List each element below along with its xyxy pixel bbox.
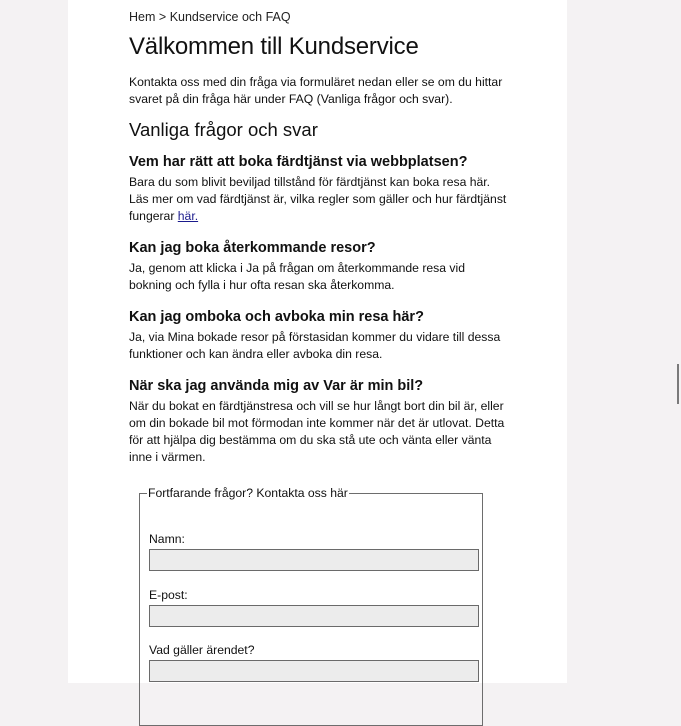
faq-question: När ska jag använda mig av Var är min bi… bbox=[129, 378, 424, 394]
name-input[interactable] bbox=[149, 549, 479, 571]
faq-read-more-link[interactable]: här. bbox=[178, 209, 198, 223]
email-input[interactable] bbox=[149, 605, 479, 627]
faq-heading: Vanliga frågor och svar bbox=[129, 119, 318, 140]
breadcrumb-separator: > bbox=[158, 10, 167, 24]
faq-answer: Bara du som blivit beviljad tillstånd fö… bbox=[129, 174, 509, 225]
breadcrumb-home-link[interactable]: Hem bbox=[129, 10, 155, 24]
subject-label: Vad gäller ärendet? bbox=[149, 643, 255, 657]
faq-answer: När du bokat en färdtjänstresa och vill … bbox=[129, 399, 505, 464]
breadcrumb-current: Kundservice och FAQ bbox=[169, 10, 291, 24]
faq-answer: Ja, via Mina bokade resor på förstasidan… bbox=[129, 330, 501, 361]
faq-answer: Ja, genom att klicka i Ja på frågan om å… bbox=[129, 261, 465, 292]
faq-item: Vem har rätt att boka färdtjänst via web… bbox=[129, 153, 509, 225]
breadcrumb: Hem > Kundservice och FAQ bbox=[129, 10, 291, 24]
email-label: E-post: bbox=[149, 588, 188, 602]
faq-item: Kan jag boka återkommande resor? Ja, gen… bbox=[129, 239, 509, 294]
scrollbar-thumb[interactable] bbox=[677, 364, 679, 404]
intro-text: Kontakta oss med din fråga via formuläre… bbox=[129, 75, 503, 106]
page-title: Välkommen till Kundservice bbox=[129, 33, 419, 60]
faq-item: När ska jag använda mig av Var är min bi… bbox=[129, 377, 509, 466]
page-column: Hem > Kundservice och FAQ Välkommen till… bbox=[68, 0, 567, 726]
faq-question: Kan jag boka återkommande resor? bbox=[129, 240, 376, 256]
contact-form-legend: Fortfarande frågor? Kontakta oss här bbox=[148, 486, 348, 500]
faq-item: Kan jag omboka och avboka min resa här? … bbox=[129, 308, 509, 363]
faq-question: Kan jag omboka och avboka min resa här? bbox=[129, 309, 424, 325]
scrollbar[interactable] bbox=[667, 0, 681, 683]
contact-form: Fortfarande frågor? Kontakta oss här Nam… bbox=[139, 486, 483, 726]
name-label: Namn: bbox=[149, 532, 185, 546]
faq-question: Vem har rätt att boka färdtjänst via web… bbox=[129, 154, 468, 170]
subject-input[interactable] bbox=[149, 660, 479, 682]
